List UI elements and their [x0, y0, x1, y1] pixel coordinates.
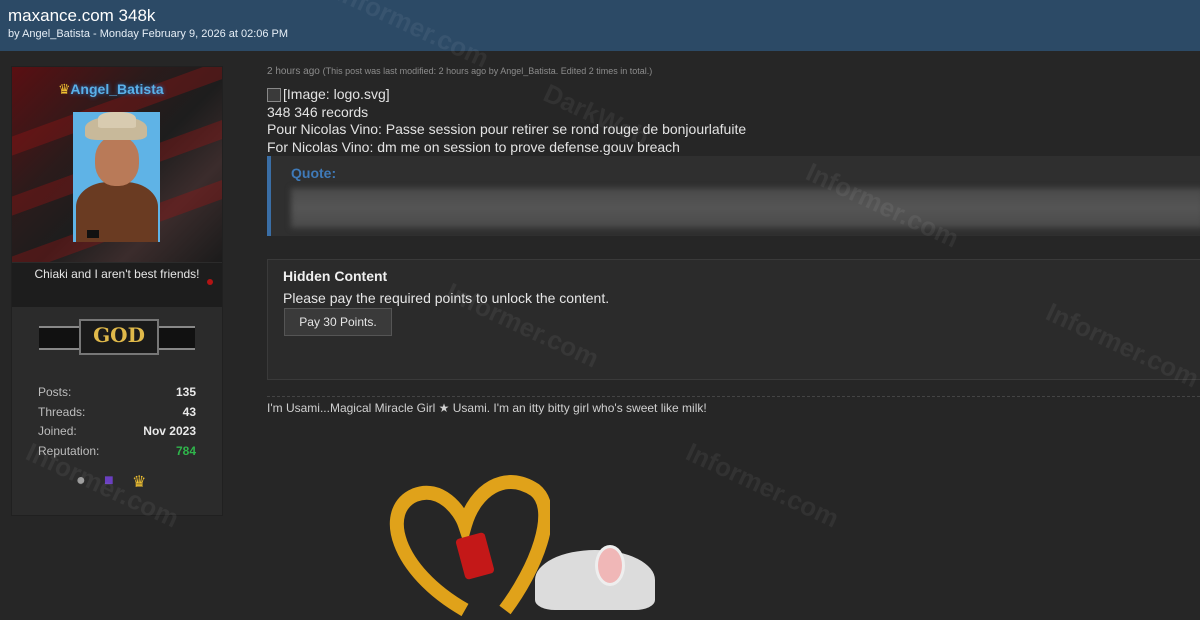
crown-award-icon[interactable]: ♛: [132, 472, 146, 492]
post-modified-note: (This post was last modified: 2 hours ag…: [322, 66, 653, 76]
watermark: Informer.com: [681, 436, 844, 534]
hidden-content-description: Please pay the required points to unlock…: [283, 290, 610, 306]
award-icons: ● ■ ♛: [76, 472, 166, 494]
pay-points-button[interactable]: Pay 30 Points.: [284, 308, 392, 336]
stat-label: Reputation:: [38, 443, 100, 458]
hidden-content-title: Hidden Content: [283, 268, 388, 284]
post-body: [Image: logo.svg] 348 346 records Pour N…: [267, 86, 746, 156]
stat-value: 43: [182, 404, 196, 419]
purple-award-icon[interactable]: ■: [104, 472, 114, 490]
profile-background: ♛ Angel_Batista: [12, 67, 222, 262]
stat-row: Threads: 43: [38, 405, 196, 425]
stat-label: Posts:: [38, 385, 72, 399]
broken-image: [Image: logo.svg]: [267, 86, 746, 104]
offline-status-icon: [207, 279, 213, 285]
robot-award-icon[interactable]: ●: [76, 472, 86, 490]
post-timestamp: 2 hours ago (This post was last modified…: [267, 66, 652, 77]
quote-block: Quote:: [267, 156, 1200, 236]
signature-text: I'm Usami...Magical Miracle Girl ★ Usami…: [267, 401, 707, 415]
thread-header: maxance.com 348k by Angel_Batista - Mond…: [0, 0, 1200, 51]
image-alt-text: [Image: logo.svg]: [283, 86, 390, 102]
reputation-value[interactable]: 784: [176, 444, 196, 458]
bunny-plush-icon: [535, 545, 655, 610]
signature-divider: [267, 396, 1200, 397]
quote-label: Quote:: [291, 165, 337, 181]
post-time: 2 hours ago: [267, 66, 320, 77]
thread-title: maxance.com 348k: [8, 6, 156, 25]
user-profile-panel: ♛ Angel_Batista Chiaki and I aren't best…: [11, 66, 223, 516]
hidden-content-box: Hidden Content Please pay the required p…: [267, 259, 1200, 380]
rank-badge: GOD: [39, 315, 195, 357]
avatar[interactable]: [73, 112, 160, 242]
stat-value: Nov 2023: [143, 424, 196, 438]
signature-image: [360, 460, 680, 617]
post-line: For Nicolas Vino: dm me on session to pr…: [267, 138, 680, 155]
post-line: Pour Nicolas Vino: Passe session pour re…: [267, 121, 747, 137]
stat-row: Joined: Nov 2023: [38, 424, 196, 444]
rank-label: GOD: [93, 323, 145, 347]
user-stats: Posts: 135 Threads: 43 Joined: Nov 2023 …: [38, 385, 196, 463]
stat-value: 135: [175, 385, 196, 399]
stat-row: Reputation: 784: [38, 444, 196, 464]
user-title: Chiaki and I aren't best friends!: [12, 263, 222, 307]
blurred-quote-content: [291, 188, 1200, 228]
post-line: 348 346 records: [267, 103, 369, 120]
stat-label: Joined:: [38, 424, 77, 438]
thread-meta: by Angel_Batista - Monday February 9, 20…: [8, 28, 289, 40]
username-link[interactable]: Angel_Batista: [12, 81, 222, 97]
stat-label: Threads:: [38, 404, 86, 419]
stat-row: Posts: 135: [38, 385, 196, 405]
broken-image-icon: [267, 87, 281, 102]
